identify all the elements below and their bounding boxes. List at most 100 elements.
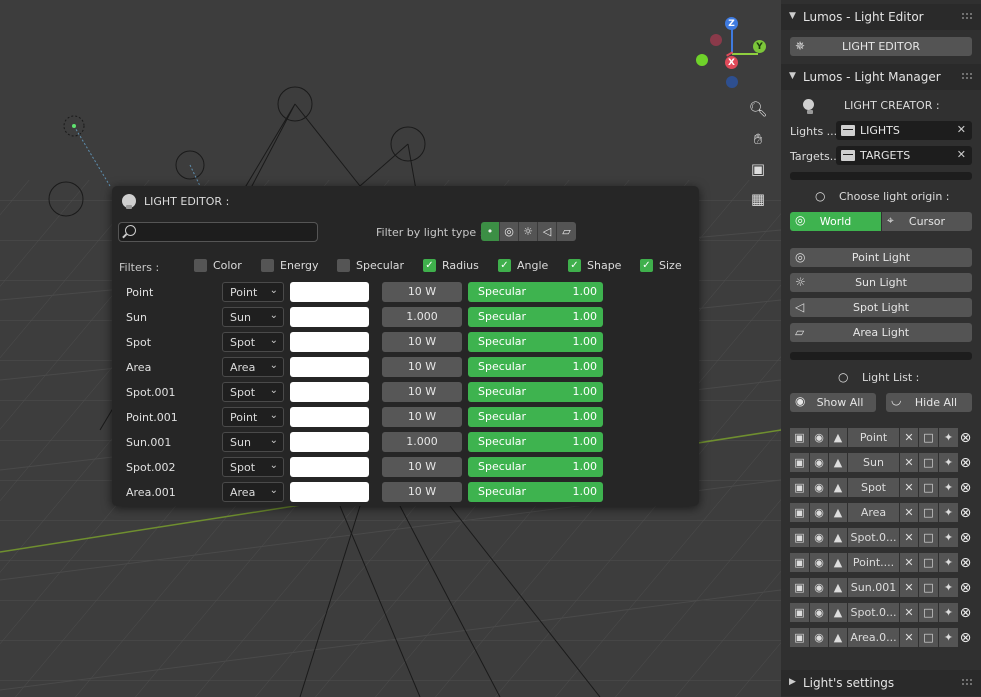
filter-energy-checkbox[interactable]: Energy (261, 259, 319, 272)
lights-collection-field[interactable]: LIGHTS ✕ (836, 121, 972, 140)
light-name-button[interactable]: Area.0... (848, 628, 899, 647)
link-target-icon[interactable]: ✦ (939, 503, 958, 522)
zoom-icon[interactable]: 🔍︎ (745, 96, 771, 122)
light-type-select[interactable]: Sun ⌄ (222, 307, 284, 327)
3d-viewport[interactable]: Z Y X 🔍︎ ✋︎ ▣ ▦ LIGHT EDITOR : Filter by… (0, 0, 781, 697)
light-drop-icon[interactable]: ▲ (829, 578, 847, 597)
light-specular-slider[interactable]: Specular 1.00 (468, 282, 603, 302)
collection-icon[interactable]: □ (919, 628, 938, 647)
light-color-swatch[interactable] (290, 407, 369, 427)
light-specular-slider[interactable]: Specular 1.00 (468, 382, 603, 402)
clear-x-icon[interactable]: ✕ (957, 148, 966, 161)
collection-icon[interactable]: □ (919, 453, 938, 472)
add-spot-light-button[interactable]: ◁ Spot Light (790, 298, 972, 317)
light-energy-field[interactable]: 1.000 (382, 432, 462, 452)
panel-header-light-editor[interactable]: ▼ Lumos - Light Editor (781, 4, 981, 30)
add-point-light-button[interactable]: ◎ Point Light (790, 248, 972, 267)
remove-circle-icon[interactable]: ⊗ (959, 553, 972, 572)
light-type-select[interactable]: Point ⌄ (222, 407, 284, 427)
camera-select-icon[interactable]: ▣ (790, 428, 809, 447)
light-drop-icon[interactable]: ▲ (829, 553, 847, 572)
delete-x-icon[interactable]: ✕ (900, 453, 918, 472)
drag-grip-icon[interactable] (961, 72, 973, 80)
light-type-select[interactable]: Spot ⌄ (222, 382, 284, 402)
filter-point-light-icon[interactable]: ◎ (500, 222, 519, 241)
light-color-swatch[interactable] (290, 432, 369, 452)
camera-select-icon[interactable]: ▣ (790, 528, 809, 547)
link-target-icon[interactable]: ✦ (939, 428, 958, 447)
light-drop-icon[interactable]: ▲ (829, 628, 847, 647)
light-color-swatch[interactable] (290, 282, 369, 302)
delete-x-icon[interactable]: ✕ (900, 503, 918, 522)
camera-select-icon[interactable]: ▣ (790, 478, 809, 497)
remove-circle-icon[interactable]: ⊗ (959, 628, 972, 647)
eye-icon[interactable]: ◉ (810, 578, 828, 597)
link-target-icon[interactable]: ✦ (939, 553, 958, 572)
light-drop-icon[interactable]: ▲ (829, 528, 847, 547)
light-specular-slider[interactable]: Specular 1.00 (468, 432, 603, 452)
filter-spot-light-icon[interactable]: ◁ (538, 222, 557, 241)
add-area-light-button[interactable]: ▱ Area Light (790, 323, 972, 342)
collection-icon[interactable]: □ (919, 478, 938, 497)
hide-all-button[interactable]: ◡ Hide All (886, 393, 972, 412)
link-target-icon[interactable]: ✦ (939, 578, 958, 597)
light-type-select[interactable]: Area ⌄ (222, 482, 284, 502)
light-name-button[interactable]: Area (848, 503, 899, 522)
clear-x-icon[interactable]: ✕ (957, 123, 966, 136)
light-energy-field[interactable]: 10 W (382, 357, 462, 377)
panel-header-light-settings[interactable]: ▶ Light's settings (781, 670, 981, 696)
light-specular-slider[interactable]: Specular 1.00 (468, 482, 603, 502)
light-type-select[interactable]: Spot ⌄ (222, 457, 284, 477)
collection-icon[interactable]: □ (919, 553, 938, 572)
light-drop-icon[interactable]: ▲ (829, 603, 847, 622)
remove-circle-icon[interactable]: ⊗ (959, 453, 972, 472)
eye-icon[interactable]: ◉ (810, 478, 828, 497)
light-name-button[interactable]: Spot (848, 478, 899, 497)
remove-circle-icon[interactable]: ⊗ (959, 478, 972, 497)
show-all-button[interactable]: ◉ Show All (790, 393, 876, 412)
light-specular-slider[interactable]: Specular 1.00 (468, 357, 603, 377)
remove-circle-icon[interactable]: ⊗ (959, 578, 972, 597)
link-target-icon[interactable]: ✦ (939, 628, 958, 647)
targets-collection-field[interactable]: TARGETS ✕ (836, 146, 972, 165)
light-specular-slider[interactable]: Specular 1.00 (468, 407, 603, 427)
light-color-swatch[interactable] (290, 457, 369, 477)
camera-select-icon[interactable]: ▣ (790, 628, 809, 647)
camera-select-icon[interactable]: ▣ (790, 453, 809, 472)
remove-circle-icon[interactable]: ⊗ (959, 603, 972, 622)
drag-grip-icon[interactable] (961, 678, 973, 686)
collection-icon[interactable]: □ (919, 503, 938, 522)
camera-select-icon[interactable]: ▣ (790, 503, 809, 522)
light-type-select[interactable]: Point ⌄ (222, 282, 284, 302)
light-color-swatch[interactable] (290, 382, 369, 402)
gizmo-neg-x[interactable] (710, 34, 722, 46)
light-specular-slider[interactable]: Specular 1.00 (468, 457, 603, 477)
eye-icon[interactable]: ◉ (810, 453, 828, 472)
navigation-gizmo[interactable]: Z Y X (690, 14, 770, 94)
filter-area-light-icon[interactable]: ▱ (557, 222, 576, 241)
filter-specular-checkbox[interactable]: Specular (337, 259, 404, 272)
light-drop-icon[interactable]: ▲ (829, 453, 847, 472)
light-type-select[interactable]: Area ⌄ (222, 357, 284, 377)
filter-color-checkbox[interactable]: Color (194, 259, 242, 272)
light-energy-field[interactable]: 10 W (382, 457, 462, 477)
pan-hand-icon[interactable]: ✋︎ (745, 126, 771, 152)
origin-cursor-toggle[interactable]: ⌖ Cursor (882, 212, 972, 231)
link-target-icon[interactable]: ✦ (939, 528, 958, 547)
light-name-button[interactable]: Point.... (848, 553, 899, 572)
gizmo-neg-z[interactable] (726, 76, 738, 88)
camera-select-icon[interactable]: ▣ (790, 578, 809, 597)
gizmo-y-axis[interactable]: Y (753, 40, 766, 53)
add-sun-light-button[interactable]: ☼ Sun Light (790, 273, 972, 292)
search-input[interactable] (118, 222, 318, 242)
origin-world-toggle[interactable]: ◎ World (790, 212, 881, 231)
light-color-swatch[interactable] (290, 307, 369, 327)
delete-x-icon[interactable]: ✕ (900, 478, 918, 497)
light-specular-slider[interactable]: Specular 1.00 (468, 332, 603, 352)
link-target-icon[interactable]: ✦ (939, 603, 958, 622)
camera-select-icon[interactable]: ▣ (790, 553, 809, 572)
orthographic-grid-icon[interactable]: ▦ (745, 186, 771, 212)
collection-icon[interactable]: □ (919, 528, 938, 547)
link-target-icon[interactable]: ✦ (939, 478, 958, 497)
filter-all-icon[interactable]: • (481, 222, 500, 241)
